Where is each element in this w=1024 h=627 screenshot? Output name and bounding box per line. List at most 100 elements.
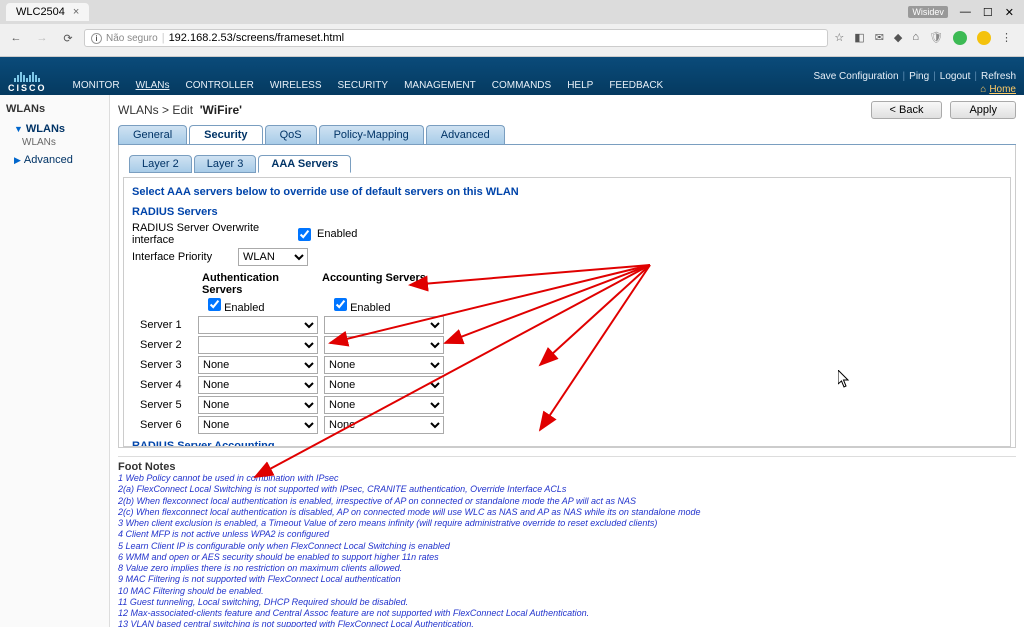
- ext-icon-1[interactable]: ◧: [854, 31, 864, 45]
- chevron-right-icon: ▶: [14, 155, 21, 165]
- url-input[interactable]: i Não seguro | 192.168.2.53/screens/fram…: [84, 29, 828, 47]
- browser-tab[interactable]: WLC2504 ×: [6, 3, 89, 21]
- footnote-line: 2(a) FlexConnect Local Switching is not …: [118, 484, 1016, 495]
- server-row: Server 1: [132, 316, 1002, 334]
- nav-wireless[interactable]: WIRELESS: [264, 76, 328, 95]
- iface-priority-select[interactable]: WLAN: [238, 248, 308, 266]
- close-window-icon[interactable]: ✕: [1005, 6, 1014, 19]
- star-icon[interactable]: ☆: [834, 31, 844, 45]
- server-acct-select[interactable]: [324, 316, 444, 334]
- footnote-line: 3 When client exclusion is enabled, a Ti…: [118, 518, 1016, 529]
- window-controls: Wisidev — ☐ ✕: [908, 6, 1024, 19]
- footnote-line: 5 Learn Client IP is configurable only w…: [118, 541, 1016, 552]
- close-icon[interactable]: ×: [73, 6, 79, 18]
- server-acct-select[interactable]: None: [324, 416, 444, 434]
- nav-security[interactable]: SECURITY: [332, 76, 395, 95]
- browser-chrome: WLC2504 × Wisidev — ☐ ✕ ← → ⟳ i Não segu…: [0, 0, 1024, 57]
- server-row: Server 6 None None: [132, 416, 1002, 434]
- home-link[interactable]: ⌂ Home: [980, 84, 1016, 95]
- tab-general[interactable]: General: [118, 125, 187, 144]
- layout: WLANs ▼WLANs WLANs ▶Advanced WLANs > Edi…: [0, 95, 1024, 627]
- sub-tabs: Layer 2 Layer 3 AAA Servers: [129, 155, 1011, 173]
- back-icon[interactable]: ←: [6, 28, 26, 48]
- security-warning-label: Não seguro: [106, 33, 158, 44]
- sidebar-item-advanced[interactable]: ▶Advanced: [6, 154, 103, 166]
- nav-management[interactable]: MANAGEMENT: [398, 76, 482, 95]
- sidebar-sub-wlans[interactable]: WLANs: [6, 137, 103, 148]
- server-label: Server 2: [132, 339, 192, 351]
- link-logout[interactable]: Logout: [940, 71, 971, 82]
- ext-icon-2[interactable]: ✉: [875, 31, 884, 45]
- auth-servers-heading: Authentication Servers: [202, 272, 322, 296]
- ext-circle-1[interactable]: [953, 31, 967, 45]
- main-nav: MONITOR WLANs CONTROLLER WIRELESS SECURI…: [67, 76, 670, 95]
- overwrite-enabled-text: Enabled: [317, 228, 357, 240]
- server-auth-select[interactable]: [198, 336, 318, 354]
- reload-icon[interactable]: ⟳: [58, 28, 78, 48]
- acct-enabled-checkbox[interactable]: [334, 298, 347, 311]
- subtab-aaa-servers[interactable]: AAA Servers: [258, 155, 351, 173]
- server-auth-select[interactable]: None: [198, 396, 318, 414]
- link-save-config[interactable]: Save Configuration: [813, 71, 898, 82]
- cisco-brand-text: CISCO: [8, 83, 47, 93]
- footnote-line: 2(b) When flexconnect local authenticati…: [118, 496, 1016, 507]
- chevron-down-icon: ▼: [14, 124, 23, 134]
- server-auth-select[interactable]: [198, 316, 318, 334]
- forward-icon[interactable]: →: [32, 28, 52, 48]
- auth-enabled-checkbox[interactable]: [208, 298, 221, 311]
- maximize-icon[interactable]: ☐: [983, 6, 993, 19]
- nav-help[interactable]: HELP: [561, 76, 599, 95]
- nav-feedback[interactable]: FEEDBACK: [603, 76, 669, 95]
- mouse-cursor-icon: [838, 370, 850, 388]
- nav-commands[interactable]: COMMANDS: [486, 76, 557, 95]
- tab-qos[interactable]: QoS: [265, 125, 317, 144]
- url-text: 192.168.2.53/screens/frameset.html: [169, 32, 344, 44]
- server-auth-select[interactable]: None: [198, 416, 318, 434]
- panel-instruction: Select AAA servers below to override use…: [132, 186, 1002, 198]
- server-acct-select[interactable]: None: [324, 396, 444, 414]
- apply-button[interactable]: Apply: [950, 101, 1016, 119]
- server-label: Server 1: [132, 319, 192, 331]
- browser-tab-bar: WLC2504 × Wisidev — ☐ ✕: [0, 0, 1024, 24]
- tab-security[interactable]: Security: [189, 125, 262, 144]
- subtab-layer3[interactable]: Layer 3: [194, 155, 257, 173]
- minimize-icon[interactable]: —: [960, 6, 971, 18]
- server-label: Server 4: [132, 379, 192, 391]
- nav-wlans[interactable]: WLANs: [130, 76, 176, 95]
- sidebar-title: WLANs: [6, 103, 103, 115]
- server-row: Server 4 None None: [132, 376, 1002, 394]
- subtab-layer2[interactable]: Layer 2: [129, 155, 192, 173]
- server-acct-select[interactable]: None: [324, 376, 444, 394]
- server-auth-select[interactable]: None: [198, 376, 318, 394]
- nav-monitor[interactable]: MONITOR: [67, 76, 126, 95]
- home-text: Home: [989, 84, 1016, 95]
- breadcrumb: WLANs > Edit 'WiFire': [118, 103, 242, 117]
- link-refresh[interactable]: Refresh: [981, 71, 1016, 82]
- server-row: Server 5 None None: [132, 396, 1002, 414]
- extension-icons: ☆ ◧ ✉ ◆ ⌂ 🛡 ⋮: [834, 31, 1018, 45]
- tab-advanced[interactable]: Advanced: [426, 125, 505, 144]
- back-button[interactable]: < Back: [871, 101, 943, 119]
- server-row: Server 3 None None: [132, 356, 1002, 374]
- radius-servers-heading: RADIUS Servers: [132, 206, 1002, 218]
- ext-icon-4[interactable]: ⌂: [912, 31, 919, 45]
- ext-icon-5[interactable]: 🛡: [929, 31, 943, 45]
- menu-icon[interactable]: ⋮: [1001, 31, 1012, 45]
- server-acct-select[interactable]: [324, 336, 444, 354]
- overwrite-checkbox[interactable]: [298, 228, 311, 241]
- ext-circle-2[interactable]: [977, 31, 991, 45]
- nav-controller[interactable]: CONTROLLER: [179, 76, 259, 95]
- footnote-line: 8 Value zero implies there is no restric…: [118, 563, 1016, 574]
- breadcrumb-row: WLANs > Edit 'WiFire' < Back Apply: [118, 101, 1016, 119]
- aaa-panel: Select AAA servers below to override use…: [123, 177, 1011, 447]
- ext-icon-3[interactable]: ◆: [894, 31, 902, 45]
- server-auth-select[interactable]: None: [198, 356, 318, 374]
- tab-title: WLC2504: [16, 6, 65, 18]
- top-right-links: Save Configuration| Ping| Logout| Refres…: [813, 71, 1016, 95]
- footnote-line: 2(c) When flexconnect local authenticati…: [118, 507, 1016, 518]
- address-bar: ← → ⟳ i Não seguro | 192.168.2.53/screen…: [0, 24, 1024, 52]
- sidebar-item-wlans[interactable]: ▼WLANs: [6, 121, 103, 137]
- server-acct-select[interactable]: None: [324, 356, 444, 374]
- tab-policy-mapping[interactable]: Policy-Mapping: [319, 125, 424, 144]
- link-ping[interactable]: Ping: [909, 71, 929, 82]
